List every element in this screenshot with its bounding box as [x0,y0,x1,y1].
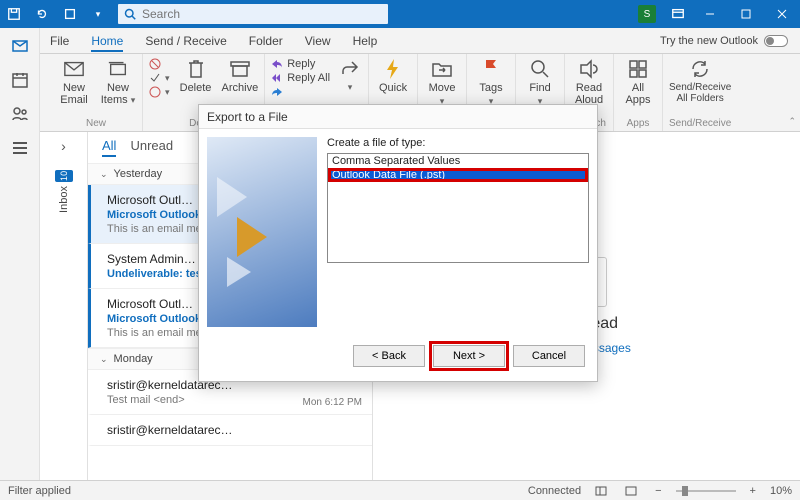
export-dialog: Export to a File Create a file of type: … [198,104,598,382]
ribbon-display-icon[interactable] [664,0,692,28]
qat-overflow-icon[interactable]: ▾ [84,0,112,28]
read-aloud-button[interactable]: Read Aloud [571,58,607,106]
file-type-label: Create a file of type: [327,137,589,149]
reply-button[interactable]: Reply [271,58,330,70]
cancel-button[interactable]: Cancel [513,345,585,367]
junk-button[interactable]: ▾ [149,86,170,98]
people-rail-icon[interactable] [10,104,30,124]
tab-file[interactable]: File [50,30,69,52]
maximize-button[interactable] [728,0,764,28]
respond-buttons: Reply Reply All [271,58,330,98]
wizard-graphic [207,137,317,327]
zoom-out-button[interactable]: − [651,485,665,497]
file-type-listbox[interactable]: Comma Separated Values Outlook Data File… [327,153,589,263]
lightning-icon [382,58,404,80]
mail-rail-icon[interactable] [10,36,30,56]
zoom-slider[interactable] [676,490,736,492]
grid-icon [627,58,649,80]
status-bar: Filter applied Connected − + 10% [0,480,800,500]
back-button[interactable]: < Back [353,345,425,367]
delete-button[interactable]: Delete [178,58,214,94]
zoom-value: 10% [770,485,792,497]
archive-icon [229,58,251,80]
new-email-button[interactable]: New Email [56,58,92,106]
try-new-outlook[interactable]: Try the new Outlook [660,35,788,47]
option-pst[interactable]: Outlook Data File (.pst) [328,168,588,182]
account-avatar[interactable]: S [638,5,656,23]
share-icon [339,58,361,80]
reply-all-button[interactable]: Reply All [271,72,330,84]
zoom-in-button[interactable]: + [746,485,760,497]
option-csv[interactable]: Comma Separated Values [328,154,588,168]
ignore-button[interactable] [149,58,170,70]
search-box[interactable] [118,4,388,24]
vertical-folder-label[interactable]: Inbox 10 [55,170,73,213]
expand-folder-pane[interactable]: › [61,138,66,154]
group-label-sr: Send/Receive [669,118,731,129]
next-button[interactable]: Next > [433,345,505,367]
filter-all[interactable]: All [102,138,116,157]
minimize-button[interactable] [692,0,728,28]
new-items-button[interactable]: New Items ▾ [100,58,136,106]
move-button[interactable]: Move▾ [424,58,460,107]
filter-unread[interactable]: Unread [130,138,173,157]
view-reading-icon[interactable] [621,485,641,497]
tags-button[interactable]: Tags▾ [473,58,509,107]
calendar-rail-icon[interactable] [10,70,30,90]
group-label-new: New [86,118,106,129]
try-new-outlook-label: Try the new Outlook [660,35,758,47]
more-rail-icon[interactable] [10,138,30,158]
toggle-icon[interactable] [764,35,788,47]
ribbon-collapse-icon[interactable]: ⌃ [788,116,796,127]
group-label-apps: Apps [627,118,650,129]
status-filter: Filter applied [8,485,71,497]
trash-icon [185,58,207,80]
share-button[interactable]: ▾ [338,58,362,93]
folder-move-icon [431,58,453,80]
magnifier-icon [529,58,551,80]
ribbon-group-apps: All Apps Apps [614,54,663,131]
tab-folder[interactable]: Folder [249,30,283,52]
dialog-title: Export to a File [199,105,597,129]
ribbon-group-sendreceive: Send/Receive All Folders Send/Receive [663,54,737,131]
delete-small-buttons: ▾ ▾ [149,58,170,98]
read-aloud-icon [578,58,600,80]
sync-icon [689,58,711,80]
tab-help[interactable]: Help [353,30,378,52]
left-rail [0,28,40,480]
close-button[interactable] [764,0,800,28]
mail-icon [63,58,85,80]
folder-pane-collapsed: › Inbox 10 [40,132,88,480]
archive-button[interactable]: Archive [222,58,259,94]
message-item[interactable]: sristir@kerneldatarec… [88,415,372,446]
unread-badge: 10 [55,170,73,182]
title-bar: ▾ S [0,0,800,28]
redo-icon[interactable] [56,0,84,28]
window-controls [692,0,800,28]
mail-stack-icon [107,58,129,80]
ribbon-group-new: New Email New Items ▾ New [50,54,143,131]
find-button[interactable]: Find▾ [522,58,558,107]
status-connected: Connected [528,485,581,497]
tab-view[interactable]: View [305,30,331,52]
tab-home[interactable]: Home [91,30,123,52]
tab-send-receive[interactable]: Send / Receive [145,30,226,52]
forward-button[interactable] [271,86,330,98]
view-normal-icon[interactable] [591,485,611,497]
search-icon [124,8,136,20]
search-input[interactable] [142,7,382,21]
all-apps-button[interactable]: All Apps [620,58,656,106]
undo-icon[interactable] [28,0,56,28]
ribbon-tabs: File Home Send / Receive Folder View Hel… [0,28,800,54]
quick-steps-button[interactable]: Quick [375,58,411,94]
flag-icon [480,58,502,80]
save-icon[interactable] [0,0,28,28]
send-receive-button[interactable]: Send/Receive All Folders [669,58,731,104]
cleanup-button[interactable]: ▾ [149,72,170,84]
